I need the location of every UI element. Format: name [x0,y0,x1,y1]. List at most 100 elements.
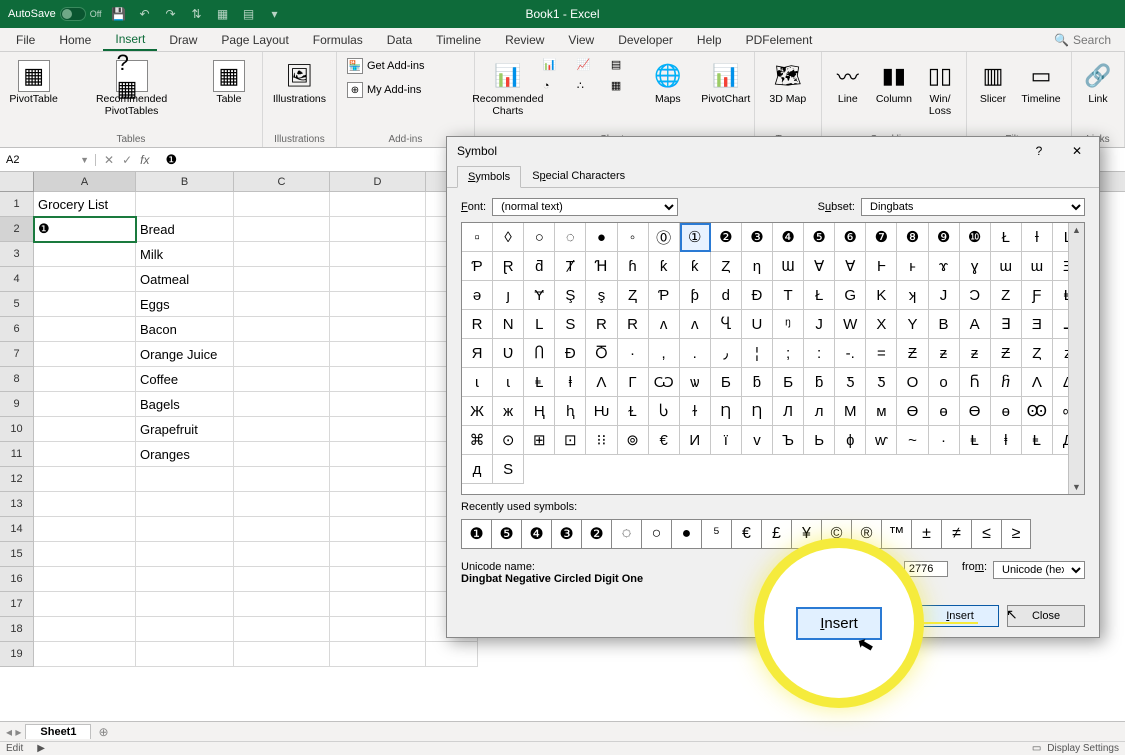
symbol-cell[interactable]: ⱶ [897,252,928,281]
cell-D16[interactable] [330,567,426,592]
row-header-1[interactable]: 1 [0,192,33,217]
recent-symbol[interactable]: ◌ [611,519,641,549]
recent-symbol[interactable]: © [821,519,851,549]
col-header-B[interactable]: B [136,172,234,191]
symbol-cell[interactable]: ◌ [555,223,586,252]
cell-B7[interactable]: Orange Juice [136,342,234,367]
recent-symbol[interactable]: ™ [881,519,911,549]
cell-A13[interactable] [34,492,136,517]
symbol-cell[interactable]: ⱡ [991,426,1022,455]
recent-symbol[interactable]: ± [911,519,941,549]
symbol-cell[interactable]: S [493,455,524,484]
cell-A6[interactable] [34,317,136,342]
symbol-cell[interactable]: ❸ [742,223,773,252]
subset-select[interactable]: Dingbats [861,198,1085,216]
symbol-cell[interactable]: X [866,310,897,339]
cell-C3[interactable] [234,242,330,267]
symbol-cell[interactable]: Ⴑ [649,397,680,426]
symbol-cell[interactable]: ; [773,339,804,368]
symbol-cell[interactable]: ⴌ [991,368,1022,397]
chart-hier-icon[interactable]: ▤ [607,56,637,73]
symbol-cell[interactable]: ❷ [711,223,742,252]
cell-A17[interactable] [34,592,136,617]
symbol-cell[interactable]: Ⱡ [524,368,555,397]
col-header-A[interactable]: A [34,172,136,191]
row-header-4[interactable]: 4 [0,267,33,292]
tab-special-chars[interactable]: Special Characters [521,165,636,187]
symbol-cell[interactable]: Ł [804,281,835,310]
symbol-cell[interactable]: Ⱬ [618,281,649,310]
symbol-cell[interactable]: ¦ [742,339,773,368]
symbol-cell[interactable]: R [586,310,617,339]
row-header-3[interactable]: 3 [0,242,33,267]
symbol-cell[interactable]: Ȥ [1022,339,1053,368]
symbol-cell[interactable]: Л [773,397,804,426]
symbol-cell[interactable]: Ɯ [773,252,804,281]
chevron-down-icon[interactable]: ▼ [80,155,89,165]
macro-icon[interactable]: ▶ [37,743,45,754]
freeze-icon[interactable]: ▤ [240,5,258,23]
symbol-cell[interactable]: ∀ [804,252,835,281]
spark-column-button[interactable]: ▮▮Column [872,56,916,110]
symbol-cell[interactable]: S [555,310,586,339]
symbol-cell[interactable]: Ɖ [555,339,586,368]
symbol-cell[interactable]: И [680,426,711,455]
undo-icon[interactable]: ↶ [136,5,154,23]
cell-A2[interactable]: ❶ [34,217,136,242]
symbol-cell[interactable]: ƃ [742,368,773,397]
symbol-cell[interactable]: A [960,310,991,339]
cell-B15[interactable] [136,542,234,567]
cell-C9[interactable] [234,392,330,417]
row-header-9[interactable]: 9 [0,392,33,417]
symbol-cell[interactable]: ❺ [804,223,835,252]
symbol-cell[interactable]: ɯ [991,252,1022,281]
row-header-12[interactable]: 12 [0,467,33,492]
cell-A3[interactable] [34,242,136,267]
symbol-cell[interactable]: ❾ [929,223,960,252]
cell-A1[interactable]: Grocery List [34,192,136,217]
cell-C19[interactable] [234,642,330,667]
symbol-cell[interactable]: G [835,281,866,310]
symbol-cell[interactable]: o [929,368,960,397]
get-addins-button[interactable]: 🏪Get Add-ins [343,56,428,76]
cell-D10[interactable] [330,417,426,442]
cell-D8[interactable] [330,367,426,392]
tab-view[interactable]: View [556,28,606,51]
symbol-cell[interactable]: , [649,339,680,368]
symbol-cell[interactable]: Ъ [773,426,804,455]
symbol-cell[interactable]: Ƶ [991,339,1022,368]
cell-C18[interactable] [234,617,330,642]
cancel-icon[interactable]: ✕ [104,153,114,167]
name-box[interactable]: ▼ [0,154,96,166]
symbol-cell[interactable]: W [835,310,866,339]
symbol-cell[interactable]: R [462,310,493,339]
cell-D1[interactable] [330,192,426,217]
symbol-cell[interactable]: ⱨ [555,397,586,426]
symbol-cell[interactable]: Ƃ [711,368,742,397]
cell-D15[interactable] [330,542,426,567]
recent-symbol[interactable]: ❷ [581,519,611,549]
cell-B4[interactable]: Oatmeal [136,267,234,292]
cell-A19[interactable] [34,642,136,667]
symbol-cell[interactable]: Ƥ [649,281,680,310]
symbol-cell[interactable]: ❻ [835,223,866,252]
symbol-cell[interactable]: Ɫ [618,397,649,426]
symbol-cell[interactable]: ɩ [462,368,493,397]
symbol-cell[interactable]: ʌ [649,310,680,339]
cell-C1[interactable] [234,192,330,217]
cell-A10[interactable] [34,417,136,442]
col-header-C[interactable]: C [234,172,330,191]
cell-D2[interactable] [330,217,426,242]
symbol-cell[interactable]: л [804,397,835,426]
symbol-cell[interactable]: -. [835,339,866,368]
symbol-cell[interactable]: = [866,339,897,368]
symbol-cell[interactable]: : [804,339,835,368]
chart-col-icon[interactable]: 📊 [539,56,569,73]
symbol-cell[interactable]: ⊞ [524,426,555,455]
cell-C16[interactable] [234,567,330,592]
dialog-close-icon[interactable]: ✕ [1065,144,1089,158]
timeline-button[interactable]: ▭Timeline [1017,56,1065,110]
symbol-cell[interactable]: Ⱨ [524,397,555,426]
recent-symbol[interactable]: £ [761,519,791,549]
add-sheet-button[interactable]: ⊕ [95,724,111,740]
